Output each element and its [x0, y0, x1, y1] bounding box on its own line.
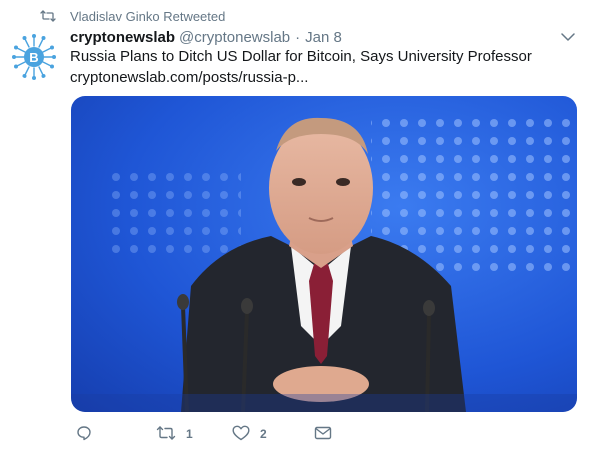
retweet-count: 1 — [186, 427, 193, 441]
chevron-down-icon[interactable] — [560, 30, 576, 44]
avatar[interactable]: B — [10, 32, 58, 80]
svg-text:B: B — [29, 50, 38, 65]
tweet-text: Russia Plans to Ditch US Dollar for Bitc… — [70, 48, 532, 65]
retweet-context[interactable]: Vladislav Ginko Retweeted — [40, 6, 225, 26]
envelope-icon — [314, 426, 332, 443]
tweet-action-bar: 1 2 — [70, 424, 470, 444]
tweet-link[interactable]: cryptonewslab.com/posts/russia-p... — [70, 68, 308, 88]
tweet-header: cryptonewslab @cryptonewslab · Jan 8 — [70, 27, 342, 47]
press-conference-photo — [71, 96, 577, 412]
retweet-icon — [156, 425, 176, 443]
tweet-media-photo[interactable] — [71, 96, 577, 412]
reply-icon — [76, 425, 92, 444]
like-count: 2 — [260, 427, 267, 441]
user-handle[interactable]: @cryptonewslab — [179, 29, 290, 46]
tweet-timestamp[interactable]: Jan 8 — [305, 29, 342, 46]
retweet-context-text: Vladislav Ginko Retweeted — [70, 8, 226, 24]
direct-message-button[interactable] — [314, 424, 342, 444]
like-button[interactable]: 2 — [232, 424, 267, 444]
bitcoin-circuit-logo: B — [12, 34, 56, 80]
display-name[interactable]: cryptonewslab — [70, 29, 175, 46]
heart-icon — [232, 425, 250, 444]
retweet-button[interactable]: 1 — [156, 424, 193, 444]
reply-button[interactable] — [76, 424, 102, 444]
retweet-icon — [40, 9, 58, 23]
separator-dot: · — [295, 28, 301, 46]
